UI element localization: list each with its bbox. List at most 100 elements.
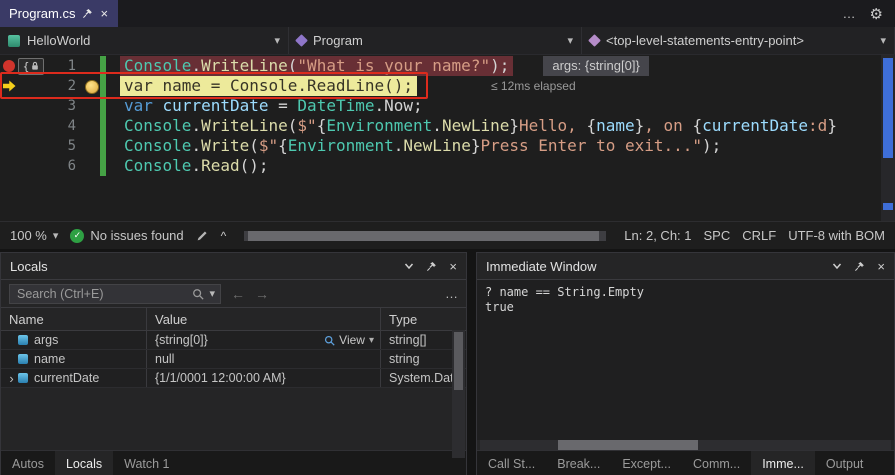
line-number[interactable]: 3 xyxy=(44,98,78,114)
close-icon[interactable]: × xyxy=(449,259,457,274)
code-text[interactable]: var name = Console.ReadLine(); xyxy=(120,76,417,96)
glyph-margin[interactable] xyxy=(0,96,18,116)
pin-icon[interactable] xyxy=(82,8,93,19)
column-header-name[interactable]: Name xyxy=(1,308,147,330)
panel-tab[interactable]: Autos xyxy=(1,451,55,475)
expand-icon[interactable]: › xyxy=(5,372,18,385)
code-line[interactable]: 3 var currentDate = DateTime.Now; xyxy=(0,96,895,116)
type-dropdown[interactable]: Program ▾ xyxy=(289,27,582,54)
immediate-horizontal-scrollbar[interactable] xyxy=(480,440,891,450)
close-icon[interactable]: × xyxy=(100,6,108,21)
panel-tab[interactable]: Watch 1 xyxy=(113,451,180,475)
search-input[interactable] xyxy=(15,285,188,302)
cell-value: {1/1/0001 12:00:00 AM} xyxy=(147,369,381,387)
code-line[interactable]: 6 Console.Read(); xyxy=(0,156,895,176)
locals-titlebar[interactable]: Locals × xyxy=(1,253,466,280)
line-number[interactable]: 6 xyxy=(44,158,78,174)
panel-tab[interactable]: Locals xyxy=(54,451,114,475)
code-text[interactable]: Console.Read(); xyxy=(120,156,273,176)
scrollbar-thumb[interactable] xyxy=(454,332,463,390)
more-options-icon[interactable]: … xyxy=(843,6,856,21)
pin-icon[interactable] xyxy=(854,261,865,272)
panel-tab[interactable]: Comm... xyxy=(682,451,751,475)
table-row[interactable]: args {string[0]} View ▾ string[] xyxy=(1,331,466,350)
locals-tab-strip: Autos Locals Watch 1 xyxy=(1,450,466,475)
expand-icon[interactable]: ^ xyxy=(221,229,227,243)
immediate-titlebar[interactable]: Immediate Window × xyxy=(477,253,894,280)
document-tab-title: Program.cs xyxy=(9,6,76,21)
glyph-margin[interactable] xyxy=(0,116,18,136)
glyph-margin[interactable] xyxy=(0,56,18,76)
issues-label: No issues found xyxy=(90,228,184,243)
scrollbar-thumb[interactable] xyxy=(883,58,893,158)
table-header[interactable]: Name Value Type xyxy=(1,307,466,331)
settings-gear-icon[interactable]: ⚙ xyxy=(870,5,883,23)
editor-vertical-scrollbar[interactable] xyxy=(881,55,895,221)
line-number[interactable]: 4 xyxy=(44,118,78,134)
column-header-value[interactable]: Value xyxy=(147,308,381,330)
glyph-margin[interactable] xyxy=(0,156,18,176)
code-line[interactable]: 2 var name = Console.ReadLine(); ≤ 12ms el… xyxy=(0,76,895,96)
chevron-down-icon[interactable]: ▾ xyxy=(209,287,215,300)
code-editor[interactable]: {1 Console.WriteLine("What is your name?"… xyxy=(0,55,895,221)
code-line[interactable]: {1 Console.WriteLine("What is your name?"… xyxy=(0,56,895,76)
chevron-down-icon[interactable] xyxy=(404,261,414,271)
line-col-indicator[interactable]: Ln: 2, Ch: 1 xyxy=(624,228,691,243)
table-row[interactable]: › currentDate {1/1/0001 12:00:00 AM} System… xyxy=(1,369,466,388)
locals-vertical-scrollbar[interactable] xyxy=(452,330,465,458)
panel-tab[interactable]: Break... xyxy=(546,451,611,475)
quick-actions-icon[interactable] xyxy=(85,80,99,94)
line-number[interactable]: 5 xyxy=(44,138,78,154)
code-cleanup-icon[interactable] xyxy=(196,229,209,242)
project-dropdown[interactable]: HelloWorld ▾ xyxy=(0,27,289,54)
code-text[interactable]: Console.WriteLine("What is your name?"); xyxy=(120,56,514,76)
insert-mode-indicator[interactable]: SPC xyxy=(704,228,731,243)
search-box[interactable]: ▾ xyxy=(9,283,221,304)
chevron-down-icon: ▾ xyxy=(368,334,374,346)
scrollbar-thumb[interactable] xyxy=(558,440,698,450)
variable-icon xyxy=(18,354,28,364)
line-number[interactable]: 1 xyxy=(44,58,78,74)
code-text[interactable]: Console.WriteLine($"{Environment.NewLine… xyxy=(120,116,841,136)
glyph-margin[interactable] xyxy=(0,136,18,156)
issues-indicator[interactable]: ✓ No issues found xyxy=(70,228,184,243)
panel-tab[interactable]: Output xyxy=(815,451,875,475)
locals-search-row: ▾ ← → … xyxy=(1,280,466,307)
zoom-control[interactable]: 100 % ▾ xyxy=(10,228,58,243)
immediate-content[interactable]: ? name == String.Empty true xyxy=(477,280,894,440)
panel-tab[interactable]: Call St... xyxy=(477,451,546,475)
variable-name: currentDate xyxy=(34,371,100,385)
code-text[interactable]: Console.Write($"{Environment.NewLine}Pre… xyxy=(120,136,725,156)
indicator-margin xyxy=(18,116,44,136)
document-tab[interactable]: Program.cs × xyxy=(0,0,119,27)
forward-icon[interactable]: → xyxy=(255,286,269,302)
change-tracking-bar xyxy=(100,136,106,156)
breakpoint-icon[interactable] xyxy=(3,60,15,72)
indicator-margin xyxy=(18,96,44,116)
more-options-icon[interactable]: … xyxy=(445,286,458,301)
chevron-down-icon[interactable] xyxy=(832,261,842,271)
code-line[interactable]: 5 Console.Write($"{Environment.NewLine}Pr… xyxy=(0,136,895,156)
view-button[interactable]: View ▾ xyxy=(324,333,374,347)
change-tracking-bar xyxy=(100,76,106,96)
column-header-type[interactable]: Type xyxy=(381,308,466,330)
encoding-indicator[interactable]: UTF-8 with BOM xyxy=(788,228,885,243)
scrollbar-thumb[interactable] xyxy=(247,230,600,241)
method-icon xyxy=(588,34,601,47)
panel-tab[interactable]: Imme... xyxy=(751,451,815,475)
code-line[interactable]: 4 Console.WriteLine($"{Environment.NewLin… xyxy=(0,116,895,136)
member-dropdown[interactable]: <top-level-statements-entry-point> ▾ xyxy=(582,27,895,54)
line-ending-indicator[interactable]: CRLF xyxy=(742,228,776,243)
table-row[interactable]: name null string xyxy=(1,350,466,369)
glyph-margin[interactable] xyxy=(0,76,18,96)
back-icon[interactable]: ← xyxy=(231,286,245,302)
editor-horizontal-scrollbar[interactable] xyxy=(244,230,607,241)
panel-tab[interactable]: Except... xyxy=(611,451,682,475)
pin-icon[interactable] xyxy=(426,261,437,272)
search-icon[interactable] xyxy=(192,288,205,300)
panel-splitter[interactable] xyxy=(467,252,476,475)
code-text[interactable]: var currentDate = DateTime.Now; xyxy=(120,96,427,116)
line-number[interactable]: 2 xyxy=(44,78,78,94)
immediate-tab-strip: Call St... Break... Except... Comm... Imme..… xyxy=(477,450,894,475)
close-icon[interactable]: × xyxy=(877,259,885,274)
